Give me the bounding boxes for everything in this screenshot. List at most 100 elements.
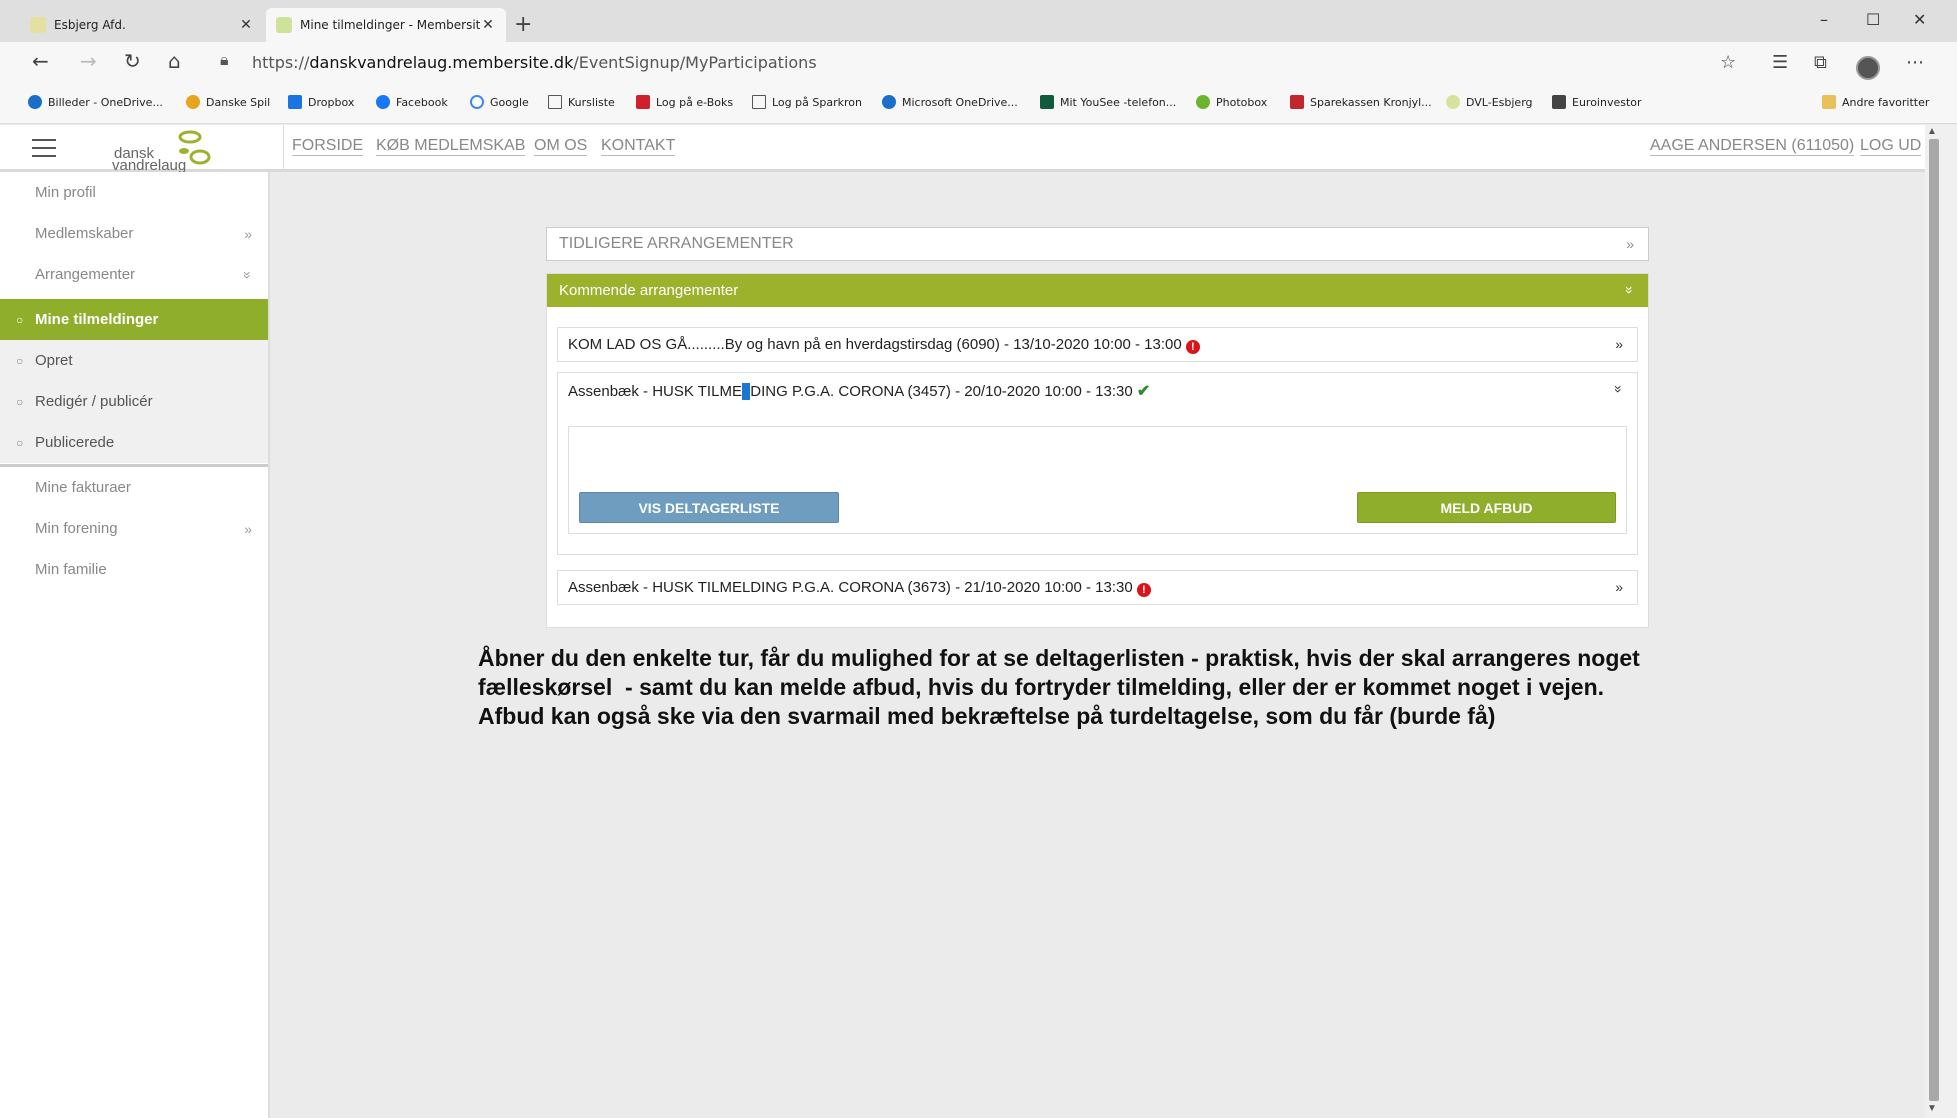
google-icon bbox=[470, 95, 484, 109]
bookmark-item[interactable]: Log på Sparkron bbox=[752, 95, 862, 109]
bookmark-item[interactable]: Danske Spil bbox=[186, 95, 270, 109]
chevron-down-icon: » bbox=[240, 270, 257, 279]
scroll-down-icon[interactable]: ▼ bbox=[1927, 1103, 1937, 1114]
previous-events-header[interactable]: TIDLIGERE ARRANGEMENTER » bbox=[546, 227, 1649, 261]
sidebar-item-label: Redigér / publicér bbox=[35, 393, 153, 410]
scrollbar-thumb[interactable] bbox=[1929, 139, 1939, 1101]
home-icon[interactable]: ⌂ bbox=[168, 50, 181, 72]
sidebar-item-label: Publicerede bbox=[35, 434, 115, 451]
favorite-star-icon[interactable]: ☆ bbox=[1720, 52, 1736, 73]
instruction-note: Åbner du den enkelte tur, får du mulighe… bbox=[478, 644, 1738, 731]
bookmark-item[interactable]: Log på e-Boks bbox=[636, 95, 733, 109]
warning-icon: ! bbox=[1185, 340, 1200, 354]
close-window-icon[interactable]: ✕ bbox=[1913, 10, 1926, 29]
collections-icon[interactable]: ⧉ bbox=[1814, 52, 1827, 73]
page-icon bbox=[548, 95, 562, 109]
refresh-icon[interactable]: ↻ bbox=[124, 50, 141, 72]
sidebar-subitem-mine-tilmeldinger[interactable]: ○ Mine tilmeldinger bbox=[0, 299, 268, 340]
header-divider bbox=[283, 125, 284, 169]
sidebar-subitem-publicerede[interactable]: ○ Publicerede bbox=[0, 422, 268, 463]
browser-tab-mine-tilmeldinger[interactable]: Mine tilmeldinger - Membersite ✕ bbox=[266, 8, 506, 42]
dvl-icon bbox=[1446, 95, 1460, 109]
sidebar-subitem-opret[interactable]: ○ Opret bbox=[0, 340, 268, 381]
upcoming-events-panel: Kommende arrangementer » KOM LAD OS GÅ..… bbox=[546, 273, 1649, 628]
upcoming-events-header[interactable]: Kommende arrangementer » bbox=[547, 274, 1648, 307]
bullet-icon: ○ bbox=[16, 435, 24, 450]
bookmark-item[interactable]: Facebook bbox=[376, 95, 448, 109]
close-tab-icon[interactable]: ✕ bbox=[480, 17, 496, 33]
event-title: KOM LAD OS GÅ.........By og havn på en h… bbox=[568, 336, 1182, 353]
sidebar-item-min-familie[interactable]: Min familie bbox=[0, 549, 268, 590]
nav-forside[interactable]: FORSIDE bbox=[292, 137, 364, 156]
event-row: Assenbæk - HUSK TILMELDING P.G.A. CORONA… bbox=[568, 381, 1150, 401]
chevron-down-icon: » bbox=[1611, 385, 1628, 393]
page-scrollbar[interactable]: ▲ ▼ bbox=[1925, 125, 1957, 1118]
user-account-link[interactable]: AAGE ANDERSEN (611050) bbox=[1650, 137, 1855, 156]
event-title-part1: Assenbæk - HUSK TILME bbox=[568, 383, 742, 400]
chevron-right-icon: » bbox=[1615, 336, 1623, 352]
bookmark-item[interactable]: Microsoft OneDrive... bbox=[882, 95, 1018, 109]
nav-koeb-medlemskab[interactable]: KØB MEDLEMSKAB bbox=[376, 137, 526, 156]
event-item-3673[interactable]: Assenbæk - HUSK TILMELDING P.G.A. CORONA… bbox=[557, 570, 1638, 605]
sidebar-item-min-forening[interactable]: Min forening » bbox=[0, 508, 268, 549]
minimize-icon[interactable]: – bbox=[1820, 10, 1828, 29]
footprints-logo-icon bbox=[178, 130, 211, 165]
new-tab-icon[interactable]: + bbox=[514, 14, 532, 36]
folder-icon bbox=[1822, 95, 1836, 109]
sidebar-item-label: Min forening bbox=[35, 520, 118, 537]
back-icon[interactable]: ← bbox=[32, 50, 49, 72]
site-favicon-icon bbox=[276, 17, 292, 33]
other-favorites-folder[interactable]: Andre favoritter bbox=[1822, 95, 1929, 109]
nav-om-os[interactable]: OM OS bbox=[534, 137, 588, 156]
eboks-icon bbox=[636, 95, 650, 109]
site-header: dansk vandrelaug FORSIDE KØB MEDLEMSKAB … bbox=[0, 125, 1925, 174]
close-tab-icon[interactable]: ✕ bbox=[238, 17, 254, 33]
chevron-right-icon: » bbox=[1615, 579, 1623, 595]
dropbox-icon bbox=[288, 95, 302, 109]
event-item-3457-expanded[interactable]: Assenbæk - HUSK TILMELDING P.G.A. CORONA… bbox=[557, 372, 1638, 555]
sidebar-item-label: Opret bbox=[35, 352, 73, 369]
bookmark-item[interactable]: DVL-Esbjerg bbox=[1446, 95, 1533, 109]
sidebar-subitem-rediger-publicer[interactable]: ○ Redigér / publicér bbox=[0, 381, 268, 422]
sidebar-item-mine-fakturaer[interactable]: Mine fakturaer bbox=[0, 467, 268, 508]
url-field[interactable]: https://danskvandrelaug.membersite.dk/Ev… bbox=[252, 53, 817, 72]
bookmark-item[interactable]: Billeder - OneDrive... bbox=[28, 95, 163, 109]
nav-kontakt[interactable]: KONTAKT bbox=[601, 137, 676, 156]
sidebar-item-medlemskaber[interactable]: Medlemskaber » bbox=[0, 213, 268, 254]
sidebar-item-label: Min familie bbox=[35, 561, 107, 578]
scroll-up-icon[interactable]: ▲ bbox=[1927, 126, 1937, 137]
onedrive-icon bbox=[882, 95, 896, 109]
site-logo[interactable]: dansk vandrelaug bbox=[110, 129, 220, 174]
bookmark-item[interactable]: Sparekassen Kronjyl... bbox=[1290, 95, 1432, 109]
favorites-list-icon[interactable]: ☰ bbox=[1772, 52, 1788, 73]
previous-events-title: TIDLIGERE ARRANGEMENTER bbox=[559, 235, 794, 252]
address-bar: ← → ↻ ⌂ 🔒︎ https://danskvandrelaug.membe… bbox=[0, 42, 1957, 82]
event-item-6090[interactable]: KOM LAD OS GÅ.........By og havn på en h… bbox=[557, 327, 1638, 362]
bookmark-item[interactable]: Photobox bbox=[1196, 95, 1267, 109]
maximize-icon[interactable]: ☐ bbox=[1866, 10, 1880, 29]
bookmark-item[interactable]: Google bbox=[470, 95, 529, 109]
more-options-icon[interactable]: ⋯ bbox=[1906, 52, 1924, 73]
bookmark-item[interactable]: Dropbox bbox=[288, 95, 354, 109]
cancel-registration-button[interactable]: MELD AFBUD bbox=[1357, 492, 1616, 523]
page-icon bbox=[752, 95, 766, 109]
bullet-icon: ○ bbox=[16, 353, 24, 368]
chevron-down-icon: » bbox=[1622, 286, 1639, 294]
upcoming-events-title: Kommende arrangementer bbox=[559, 282, 739, 299]
browser-tab-esbjerg[interactable]: Esbjerg Afd. ✕ bbox=[20, 8, 264, 42]
onedrive-icon bbox=[28, 95, 42, 109]
sidebar: Min profil Medlemskaber» Arrangementer» … bbox=[0, 172, 270, 1118]
hamburger-menu-icon[interactable] bbox=[32, 139, 56, 157]
sidebar-item-min-profil[interactable]: Min profil bbox=[0, 172, 268, 213]
lock-icon[interactable]: 🔒︎ bbox=[220, 52, 229, 70]
profile-avatar[interactable] bbox=[1856, 56, 1880, 80]
event-row: Assenbæk - HUSK TILMELDING P.G.A. CORONA… bbox=[568, 579, 1151, 597]
sidebar-item-arrangementer[interactable]: Arrangementer » bbox=[0, 254, 268, 295]
bookmark-item[interactable]: Euroinvestor bbox=[1552, 95, 1642, 109]
bookmark-item[interactable]: Kursliste bbox=[548, 95, 615, 109]
bookmark-item[interactable]: Mit YouSee -telefon... bbox=[1040, 95, 1176, 109]
euroinvestor-icon bbox=[1552, 95, 1566, 109]
logout-link[interactable]: LOG UD bbox=[1860, 137, 1922, 156]
show-participants-button[interactable]: VIS DELTAGERLISTE bbox=[579, 492, 839, 523]
forward-icon[interactable]: → bbox=[80, 50, 97, 72]
